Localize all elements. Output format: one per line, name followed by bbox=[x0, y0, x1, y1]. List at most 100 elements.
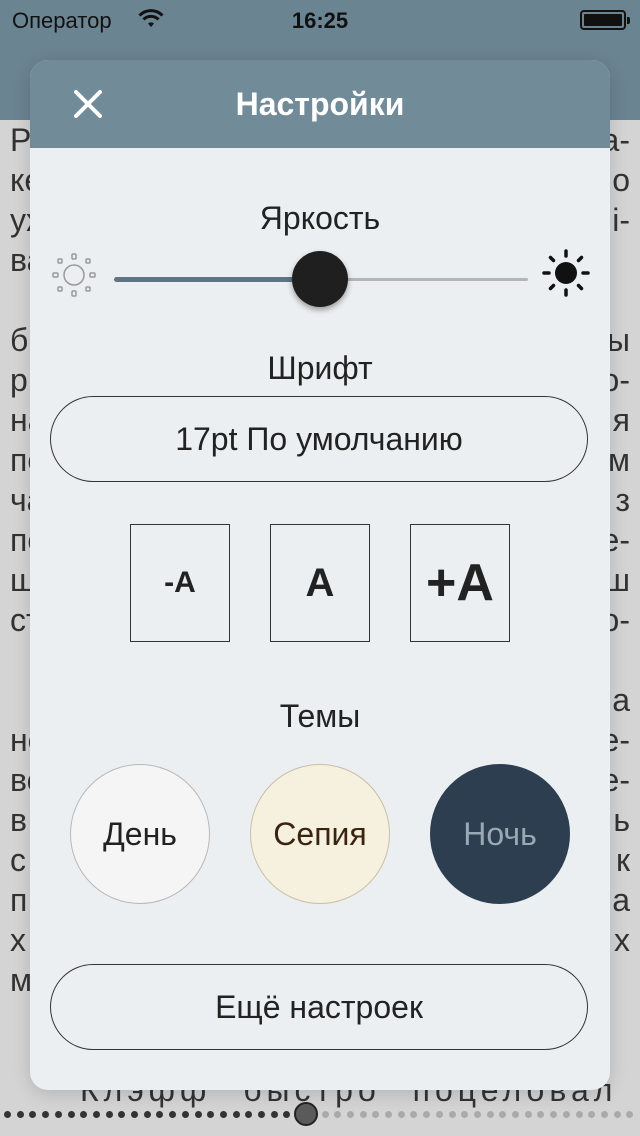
book-text-fragment: п bbox=[10, 882, 28, 918]
theme-day-label: День bbox=[103, 815, 177, 852]
page-dot bbox=[232, 1111, 240, 1118]
page-dot bbox=[588, 1111, 596, 1118]
book-text-fragment: Р bbox=[10, 122, 32, 158]
decrease-font-label: -A bbox=[164, 566, 196, 599]
page-dot bbox=[385, 1111, 392, 1118]
page-dot bbox=[575, 1111, 583, 1118]
book-text-fragment: з bbox=[615, 482, 630, 518]
book-text-fragment: х bbox=[614, 922, 630, 958]
page-dot bbox=[4, 1111, 11, 1118]
theme-sepia-button[interactable]: Сепия bbox=[250, 764, 390, 904]
theme-day-button[interactable]: День bbox=[70, 764, 210, 904]
increase-font-label: +A bbox=[426, 554, 494, 612]
book-text-fragment: і- bbox=[612, 202, 630, 238]
page-dot bbox=[435, 1111, 443, 1118]
page-dot bbox=[207, 1111, 215, 1118]
slider-track-filled bbox=[114, 277, 320, 282]
more-settings-button[interactable]: Ещё настроек bbox=[50, 964, 588, 1050]
book-text-fragment: я bbox=[612, 402, 630, 438]
page-dot bbox=[410, 1111, 418, 1118]
page-dot bbox=[29, 1111, 37, 1118]
page-dot bbox=[397, 1111, 405, 1118]
page-dot bbox=[181, 1111, 189, 1118]
book-text-fragment: к bbox=[616, 842, 630, 878]
slider-track-empty bbox=[320, 278, 528, 281]
book-text-fragment: о bbox=[612, 162, 630, 198]
page-scrubber-thumb[interactable] bbox=[294, 1102, 318, 1126]
page-dot bbox=[92, 1111, 100, 1118]
page-dot bbox=[626, 1111, 634, 1118]
book-text-fragment: а bbox=[612, 882, 630, 918]
book-text-fragment: в bbox=[10, 802, 27, 838]
page-dot bbox=[524, 1111, 532, 1118]
page-dot bbox=[169, 1111, 177, 1118]
page-scrubber[interactable] bbox=[0, 1100, 640, 1130]
page-dot bbox=[258, 1111, 265, 1118]
page-dot bbox=[613, 1111, 621, 1118]
page-dot bbox=[194, 1111, 202, 1118]
page-dot bbox=[105, 1111, 113, 1118]
page-dot bbox=[67, 1111, 75, 1118]
page-dot bbox=[283, 1111, 291, 1118]
book-text-fragment: м bbox=[608, 442, 630, 478]
book-text-fragment: х bbox=[10, 922, 26, 958]
page-dot bbox=[143, 1111, 151, 1118]
modal-header: Настройки bbox=[30, 60, 610, 148]
book-text-fragment: б bbox=[10, 322, 29, 358]
font-select-button[interactable]: 17pt По умолчанию bbox=[50, 396, 588, 482]
modal-title: Настройки bbox=[235, 86, 405, 122]
page-dot bbox=[473, 1111, 481, 1118]
page-dot bbox=[372, 1111, 380, 1118]
brightness-slider[interactable] bbox=[114, 250, 528, 310]
page-dot bbox=[42, 1111, 50, 1118]
book-text-fragment: р bbox=[10, 362, 28, 398]
page-dot bbox=[359, 1111, 367, 1118]
page-dot bbox=[321, 1111, 329, 1118]
clock-label: 16:25 bbox=[291, 8, 349, 33]
battery-icon bbox=[580, 10, 630, 30]
increase-font-button[interactable]: +A bbox=[410, 524, 510, 642]
font-select-label: 17pt По умолчанию bbox=[175, 420, 463, 457]
sun-bright-icon bbox=[542, 249, 590, 297]
theme-sepia-label: Сепия bbox=[273, 815, 367, 852]
page-dot bbox=[537, 1111, 545, 1118]
theme-night-button[interactable]: Ночь bbox=[430, 764, 570, 904]
book-text-fragment: ь bbox=[613, 802, 630, 838]
slider-thumb[interactable] bbox=[292, 251, 348, 307]
page-dot bbox=[219, 1111, 227, 1118]
book-text-fragment: с bbox=[10, 842, 26, 878]
page-dot bbox=[499, 1111, 507, 1118]
page-dot bbox=[334, 1111, 342, 1118]
book-text-fragment: м bbox=[10, 962, 32, 998]
sun-dim-icon bbox=[52, 253, 96, 297]
page-dot bbox=[118, 1111, 126, 1118]
settings-modal: Настройки Яркость Шрифт 17pt По умолчани… bbox=[30, 60, 610, 1090]
page-dot bbox=[562, 1111, 570, 1118]
page-dot bbox=[600, 1111, 608, 1118]
page-dot bbox=[131, 1111, 138, 1118]
page-dot bbox=[16, 1111, 24, 1118]
page-dot bbox=[245, 1111, 253, 1118]
page-dot bbox=[461, 1111, 469, 1118]
page-dot bbox=[423, 1111, 431, 1118]
page-dot bbox=[156, 1111, 164, 1118]
themes-label: Темы bbox=[279, 698, 361, 734]
more-settings-label: Ещё настроек bbox=[215, 988, 423, 1025]
page-dot bbox=[54, 1111, 62, 1118]
status-bar: Оператор 16:25 bbox=[0, 0, 640, 40]
decrease-font-button[interactable]: -A bbox=[130, 524, 230, 642]
default-font-button[interactable]: A bbox=[270, 524, 370, 642]
page-dot bbox=[80, 1111, 88, 1118]
page-dot bbox=[270, 1111, 278, 1118]
brightness-label: Яркость bbox=[259, 200, 381, 236]
page-dot bbox=[448, 1111, 456, 1118]
default-font-label: A bbox=[305, 560, 335, 605]
font-label: Шрифт bbox=[267, 350, 373, 386]
page-dot bbox=[486, 1111, 494, 1118]
page-dot bbox=[346, 1111, 354, 1118]
book-text-fragment: ы bbox=[607, 322, 630, 358]
book-text-fragment: а bbox=[612, 682, 630, 718]
page-dot bbox=[550, 1111, 558, 1118]
page-dot bbox=[512, 1111, 519, 1118]
theme-night-label: Ночь bbox=[463, 815, 537, 852]
